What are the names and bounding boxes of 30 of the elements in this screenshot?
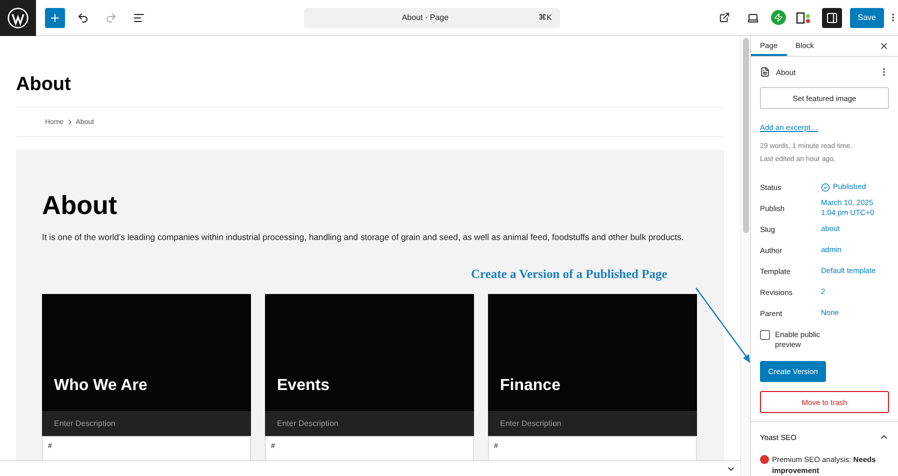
check-circle-icon <box>821 182 830 192</box>
plus-icon <box>49 12 61 24</box>
sidebar-icon <box>826 12 838 24</box>
add-block-button[interactable] <box>45 8 65 28</box>
card-description: Enter Description <box>42 411 251 436</box>
logo-icon <box>7 6 29 28</box>
bolt-button[interactable] <box>770 10 786 25</box>
card-title: Events <box>277 377 330 395</box>
list-view-icon <box>133 12 145 24</box>
annotation-text: Create a Version of a Published Page <box>471 267 668 282</box>
redo-icon <box>105 12 117 24</box>
close-icon <box>879 41 889 51</box>
undo-icon <box>77 12 89 24</box>
card-description: Enter Description <box>488 411 697 436</box>
bolt-icon <box>774 13 783 22</box>
laptop-icon <box>746 12 759 24</box>
heading: About <box>42 190 118 221</box>
save-button[interactable]: Save <box>850 8 884 28</box>
command-bar[interactable]: About · Page ⌘K <box>304 8 560 28</box>
card-title: Finance <box>500 377 560 395</box>
page-title: About <box>16 36 724 108</box>
card-description: Enter Description <box>265 411 474 436</box>
external-link-icon <box>719 12 730 23</box>
document-icon <box>760 67 770 77</box>
settings-panel-button[interactable] <box>822 8 842 28</box>
checkbox[interactable] <box>760 330 770 340</box>
paragraph: It is one of the world’s leading companies within industrial processing, handling and storage of grain and seed, as well as animal feed, foodstuffs and other bulk products. <box>42 231 685 244</box>
wordpress-logo[interactable] <box>0 0 36 36</box>
card-title: Who We Are <box>54 377 148 395</box>
bracket-dots-icon <box>796 10 812 24</box>
